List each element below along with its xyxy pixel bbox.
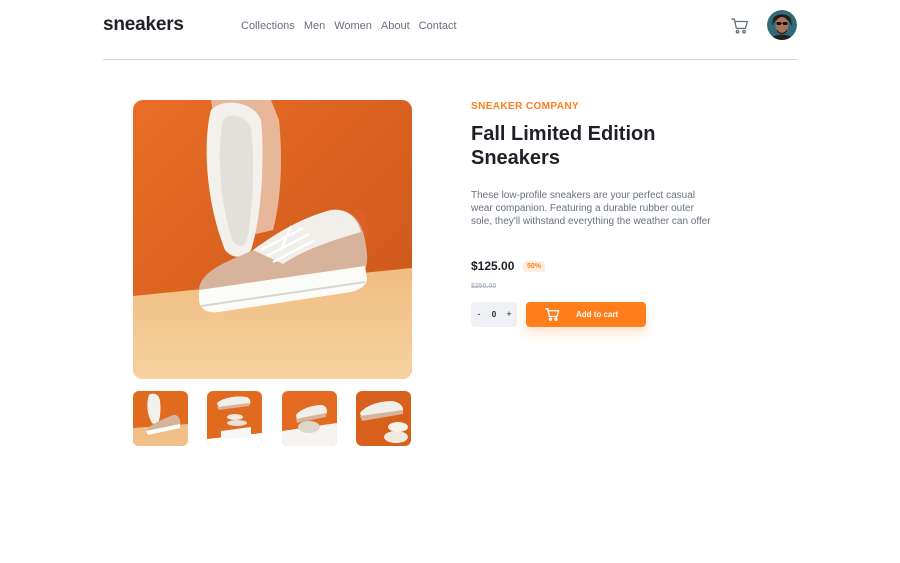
thumbnail-2[interactable] [207,391,262,446]
site-logo[interactable]: sneakers [103,14,184,36]
product-title: Fall Limited Edition Sneakers [471,123,656,169]
user-avatar[interactable] [767,10,797,40]
thumbnail-4[interactable] [356,391,411,446]
product-main-image[interactable] [133,100,412,379]
cart-icon[interactable] [731,17,749,35]
nav-contact[interactable]: Contact [419,20,457,32]
discount-badge: 50% [523,261,546,272]
product-description: These low-profile sneakers are your perf… [471,190,711,227]
thumbnail-strip [133,391,412,446]
current-price: $125.00 [471,259,515,273]
nav-men[interactable]: Men [304,20,325,32]
add-to-cart-button[interactable]: Add to cart [526,302,646,327]
thumbnail-1[interactable] [133,391,188,446]
thumbnail-3[interactable] [282,391,337,446]
nav-women[interactable]: Women [334,20,372,32]
quantity-stepper: - + [471,302,517,327]
quantity-input[interactable] [485,302,503,327]
company-name: SNEAKER COMPANY [471,101,580,112]
add-to-cart-label: Add to cart [576,310,619,319]
site-header: sneakers Collections Men Women About Con… [103,0,797,60]
cart-icon [545,307,560,322]
nav-about[interactable]: About [381,20,410,32]
decrease-quantity-button[interactable]: - [472,302,486,327]
increase-quantity-button[interactable]: + [502,302,516,327]
original-price: $250.00 [471,283,497,290]
nav-collections[interactable]: Collections [241,20,295,32]
main-nav: Collections Men Women About Contact [241,20,457,32]
